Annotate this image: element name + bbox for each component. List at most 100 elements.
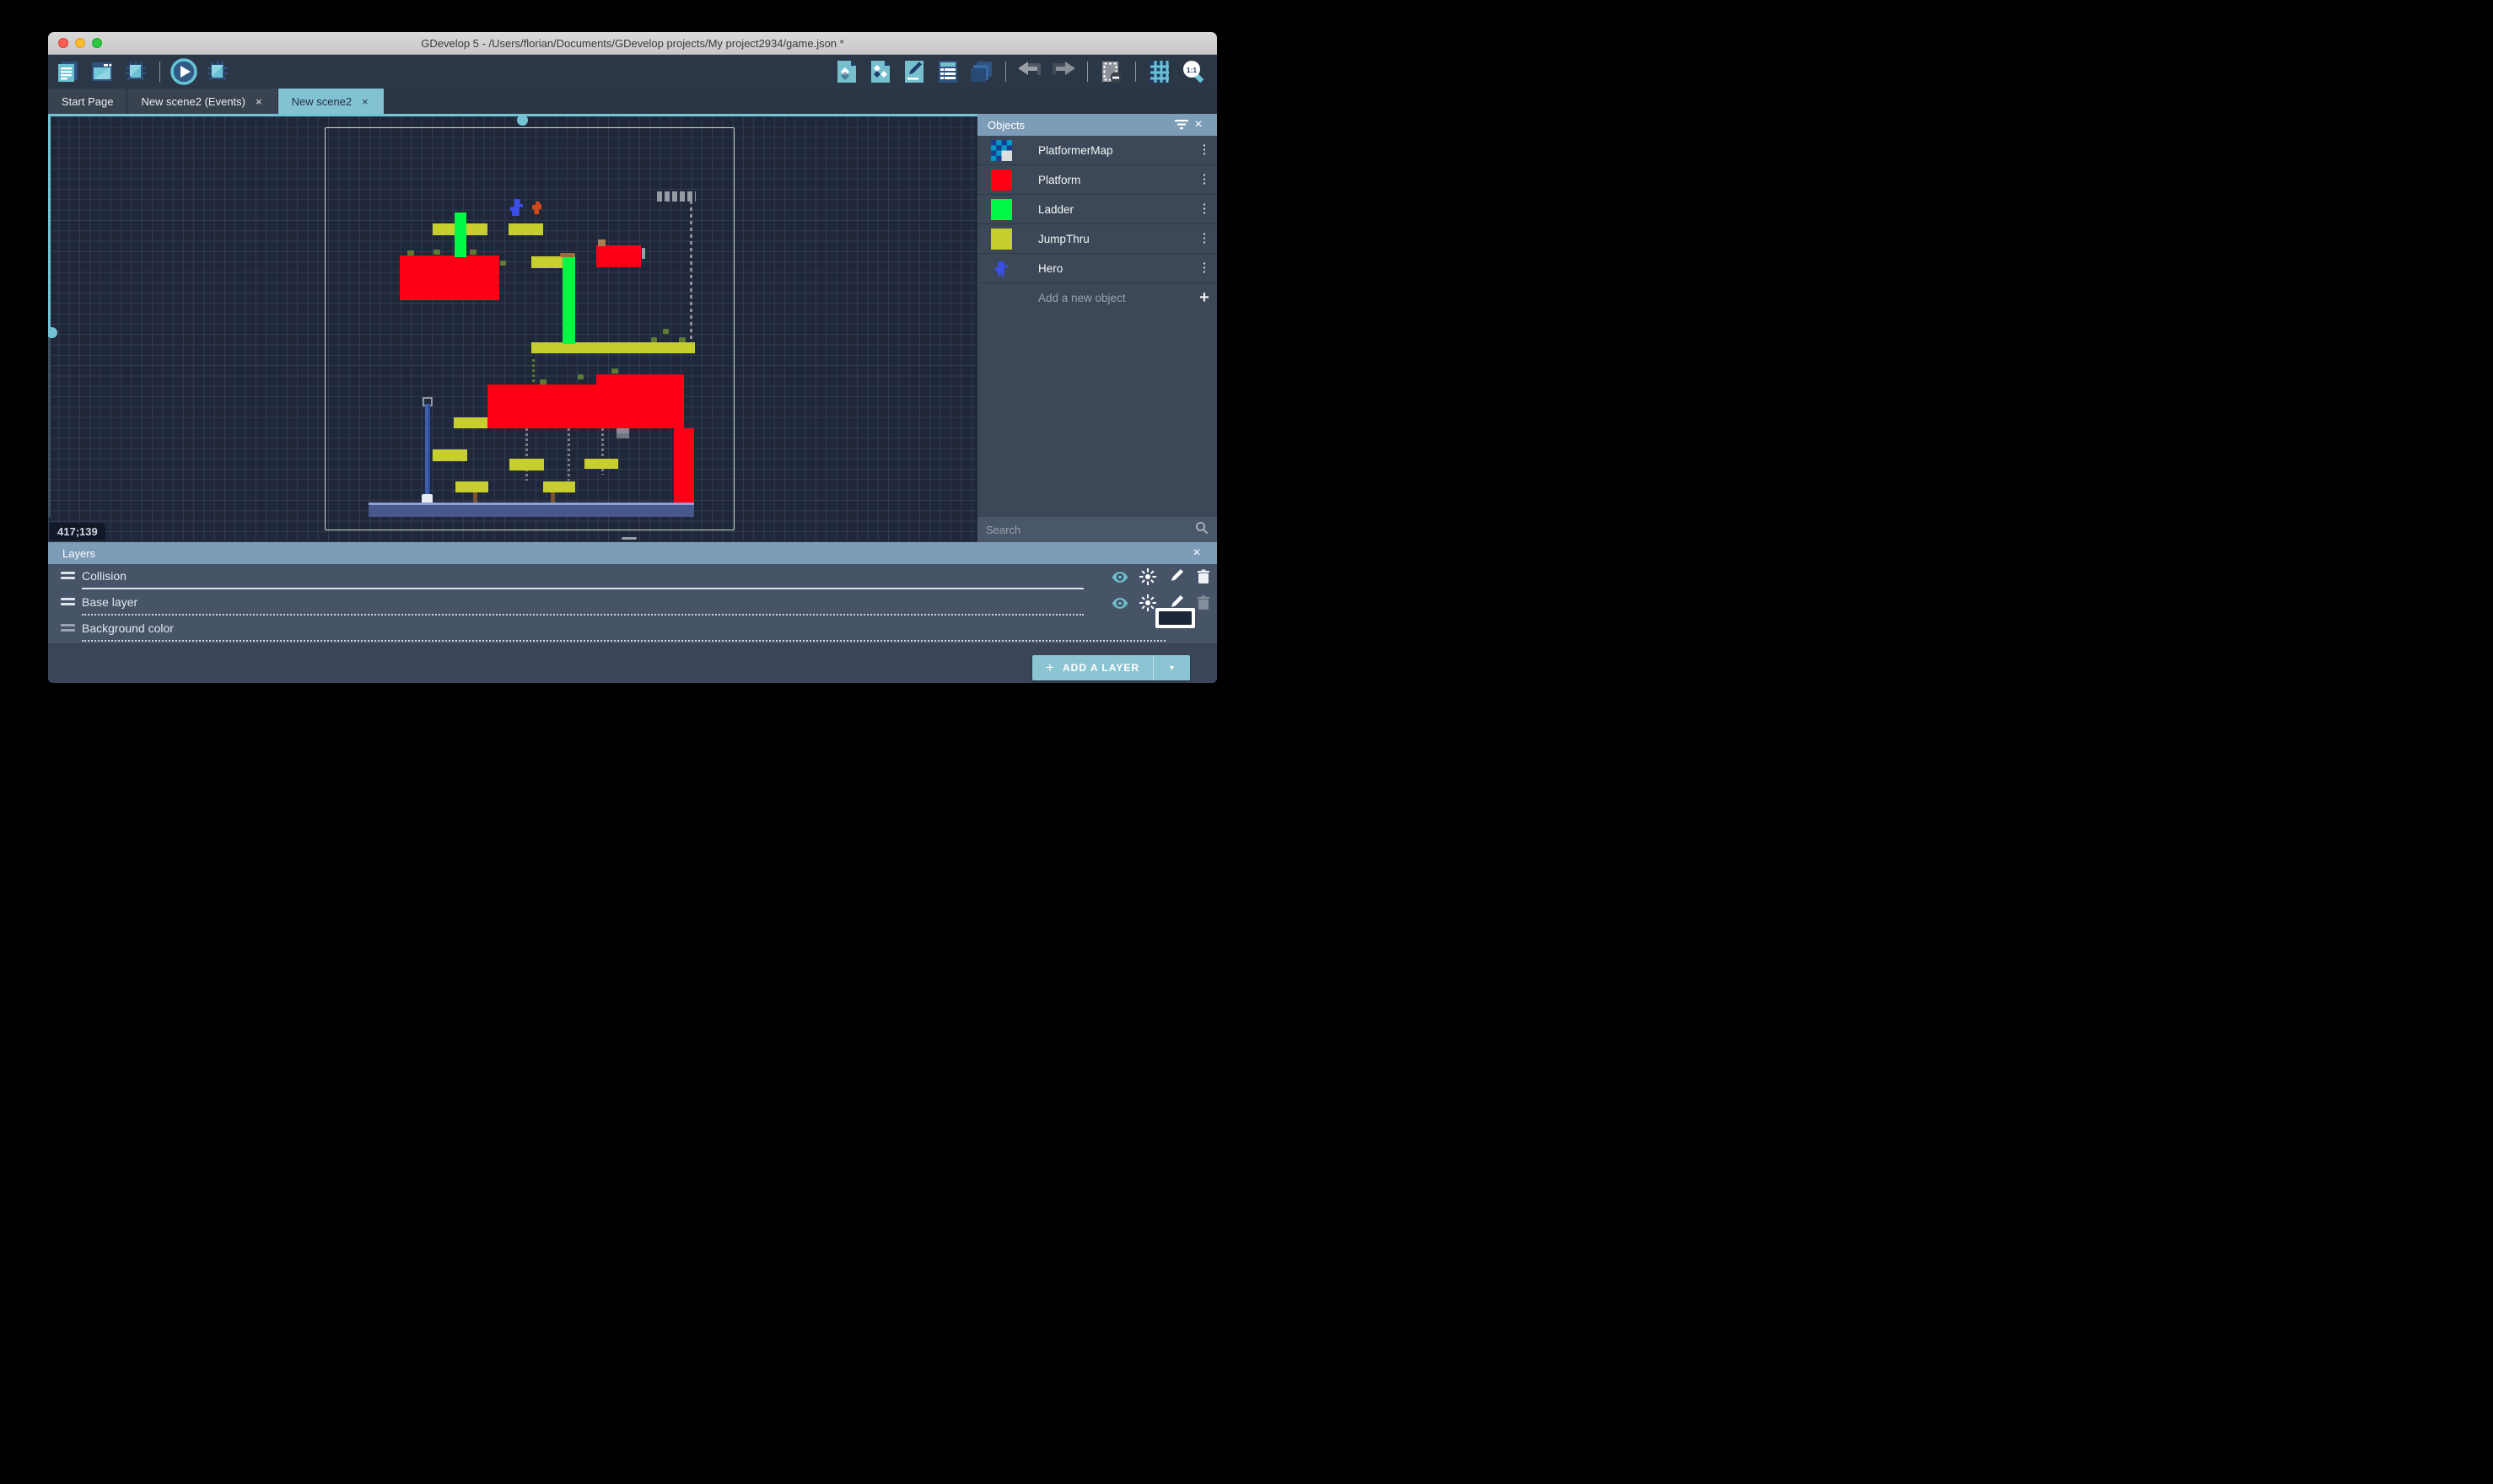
- close-window-button[interactable]: [58, 38, 68, 48]
- layer-effects-icon[interactable]: [1133, 567, 1161, 587]
- grid-icon[interactable]: [1146, 58, 1173, 85]
- scene-shape-crate[interactable]: [598, 239, 606, 246]
- scene-shape-grass[interactable]: [578, 374, 584, 379]
- title-bar: GDevelop 5 - /Users/florian/Documents/GD…: [48, 32, 1217, 55]
- object-menu-icon[interactable]: ⋮: [1192, 264, 1217, 272]
- scene-shape-hthumb[interactable]: [622, 537, 637, 540]
- tab-start-page[interactable]: Start Page: [48, 89, 127, 114]
- debug-preview-icon[interactable]: [204, 58, 231, 85]
- layer-name[interactable]: Base layer: [82, 595, 137, 609]
- object-row-platform[interactable]: Platform ⋮: [977, 165, 1217, 195]
- object-row-platformermap[interactable]: PlatformerMap ⋮: [977, 136, 1217, 165]
- close-tab-icon[interactable]: ×: [254, 95, 264, 108]
- scene-shape-jump[interactable]: [455, 481, 488, 492]
- scene-editor-icon[interactable]: [89, 58, 116, 85]
- scene-shape-chain[interactable]: [525, 428, 528, 481]
- svg-text:1:1: 1:1: [1187, 66, 1198, 74]
- scene-shape-platform[interactable]: [674, 428, 694, 503]
- object-search-input[interactable]: [977, 524, 1195, 536]
- close-layers-panel-icon[interactable]: ×: [1188, 546, 1205, 561]
- tab-new-scene2-events[interactable]: New scene2 (Events) ×: [127, 89, 277, 114]
- events-sheet-icon[interactable]: [55, 58, 82, 85]
- scene-shape-minihandle[interactable]: [560, 253, 575, 257]
- scene-shape-grass[interactable]: [470, 250, 477, 255]
- scene-shape-graytick[interactable]: [642, 248, 645, 259]
- layers-panel-header: Layers ×: [48, 542, 1217, 564]
- drag-handle-icon[interactable]: [61, 624, 75, 632]
- instances-list-icon[interactable]: [934, 58, 961, 85]
- scene-shape-jump[interactable]: [531, 342, 695, 353]
- visibility-eye-icon[interactable]: [1106, 567, 1133, 587]
- scene-shape-grass[interactable]: [663, 329, 669, 334]
- hero-thumbnail: [991, 258, 1012, 279]
- drag-handle-icon[interactable]: [61, 598, 75, 605]
- object-menu-icon[interactable]: ⋮: [1192, 175, 1217, 184]
- scene-shape-jump[interactable]: [584, 459, 618, 469]
- scene-canvas[interactable]: 417;139: [48, 114, 977, 542]
- redo-icon[interactable]: [1050, 58, 1077, 85]
- drag-handle-icon[interactable]: [61, 572, 75, 579]
- scene-shape-ground[interactable]: [369, 503, 694, 517]
- scene-shape-jump[interactable]: [433, 449, 467, 461]
- scene-shape-platform[interactable]: [487, 384, 684, 428]
- objects-panel-title: Objects: [988, 119, 1173, 132]
- mask-icon[interactable]: [1098, 58, 1125, 85]
- scene-shape-ladder[interactable]: [563, 256, 575, 344]
- platformermap-thumbnail: [991, 140, 1012, 161]
- layers-icon[interactable]: [968, 58, 995, 85]
- scene-shape-chain[interactable]: [568, 428, 570, 481]
- object-row-hero[interactable]: Hero ⋮: [977, 254, 1217, 283]
- horizontal-scroll-thumb[interactable]: [517, 115, 528, 126]
- scene-shape-jump[interactable]: [509, 459, 544, 470]
- add-new-object-button[interactable]: Add a new object +: [977, 283, 1217, 312]
- objects-group-icon[interactable]: [867, 58, 894, 85]
- edit-layer-pencil-icon[interactable]: [1161, 567, 1189, 587]
- properties-icon[interactable]: [901, 58, 928, 85]
- layer-name[interactable]: Background color: [82, 621, 174, 635]
- scene-shape-grass[interactable]: [500, 261, 506, 266]
- minimize-window-button[interactable]: [75, 38, 85, 48]
- scene-shape-jump[interactable]: [531, 256, 564, 268]
- object-menu-icon[interactable]: ⋮: [1192, 234, 1217, 243]
- close-objects-panel-icon[interactable]: ×: [1190, 117, 1207, 132]
- scene-shape-platform[interactable]: [596, 245, 641, 267]
- close-tab-icon[interactable]: ×: [360, 95, 370, 108]
- play-icon[interactable]: [170, 58, 197, 85]
- scene-shape-grayblocks[interactable]: [657, 191, 696, 202]
- object-row-ladder[interactable]: Ladder ⋮: [977, 195, 1217, 224]
- object-search: [977, 517, 1217, 542]
- visibility-eye-icon[interactable]: [1106, 593, 1133, 613]
- background-color-swatch[interactable]: [1155, 608, 1195, 628]
- object-row-jumpthru[interactable]: JumpThru ⋮: [977, 224, 1217, 254]
- vertical-scrollbar[interactable]: [48, 116, 51, 334]
- scene-shape-jump[interactable]: [509, 223, 543, 235]
- scene-shape-ladder[interactable]: [455, 212, 466, 257]
- layer-row-base-layer: Base layer: [48, 590, 1217, 616]
- layer-name-underline: [82, 588, 1084, 589]
- object-menu-icon[interactable]: ⋮: [1192, 205, 1217, 213]
- zoom-window-button[interactable]: [92, 38, 102, 48]
- chevron-down-icon[interactable]: ▾: [1153, 655, 1190, 680]
- object-menu-icon[interactable]: ⋮: [1192, 146, 1217, 154]
- debug-icon[interactable]: [122, 58, 149, 85]
- object-icon[interactable]: [833, 58, 860, 85]
- filter-icon[interactable]: [1173, 120, 1190, 130]
- zoom-1-1-icon[interactable]: 1:1: [1180, 58, 1207, 85]
- add-a-layer-button[interactable]: + ADD A LAYER ▾: [1032, 655, 1190, 680]
- scene-shape-grass[interactable]: [611, 368, 618, 374]
- scene-shape-grass[interactable]: [433, 250, 440, 255]
- object-name: Ladder: [1038, 203, 1192, 216]
- tab-new-scene2[interactable]: New scene2 ×: [278, 89, 385, 114]
- scene-shape-dashpole[interactable]: [690, 194, 692, 342]
- scene-shape-pole[interactable]: [425, 404, 430, 498]
- scene-shape-jump[interactable]: [543, 481, 575, 492]
- undo-icon[interactable]: [1016, 58, 1043, 85]
- layer-name[interactable]: Collision: [82, 569, 127, 583]
- scene-shape-platform[interactable]: [400, 255, 499, 300]
- scene-shape-post[interactable]: [551, 492, 555, 503]
- vertical-scrollbar-track[interactable]: [48, 334, 51, 518]
- layer-row-collision: Collision: [48, 564, 1217, 590]
- scene-shape-jump[interactable]: [454, 417, 488, 428]
- scene-shape-bricks[interactable]: [617, 427, 629, 438]
- delete-layer-trash-icon[interactable]: [1189, 567, 1217, 587]
